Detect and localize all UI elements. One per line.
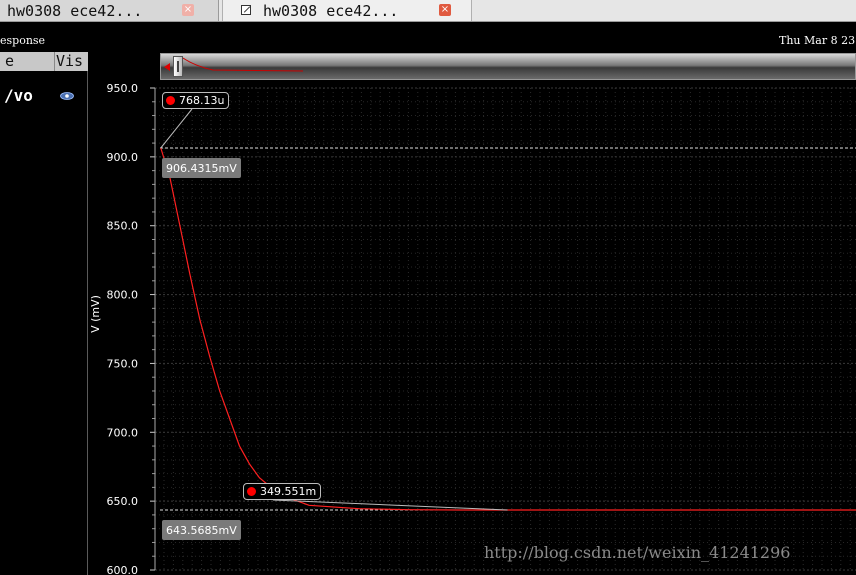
y-tick-label: 600.0 (107, 564, 139, 575)
y-axis-label: V (mV) (89, 295, 102, 333)
y-tick-label: 650.0 (107, 495, 139, 508)
marker-label[interactable]: 349.551m (243, 483, 322, 500)
y-tick-label: 900.0 (107, 151, 139, 164)
y-tick-label: 950.0 (107, 82, 139, 95)
value-label: 643.5685mV (162, 520, 241, 540)
y-tick-label: 700.0 (107, 426, 139, 439)
marker-leader (160, 108, 193, 149)
value-label: 906.4315mV (162, 158, 241, 178)
y-tick-label: 750.0 (107, 357, 139, 370)
y-tick-label: 850.0 (107, 220, 139, 233)
vo-trace (160, 147, 856, 511)
marker-text: 768.13u (179, 94, 225, 107)
marker-dot-icon (166, 96, 175, 105)
waveform-plot[interactable]: 950.0 900.0 850.0 800.0 750.0 700.0 650.0 600.0… (0, 0, 856, 575)
marker-text: 349.551m (260, 485, 317, 498)
y-tick-label: 800.0 (107, 289, 139, 302)
marker-label[interactable]: 768.13u (162, 92, 230, 109)
watermark: http://blog.csdn.net/weixin_41241296 (484, 543, 791, 562)
marker-dot-icon (247, 487, 256, 496)
